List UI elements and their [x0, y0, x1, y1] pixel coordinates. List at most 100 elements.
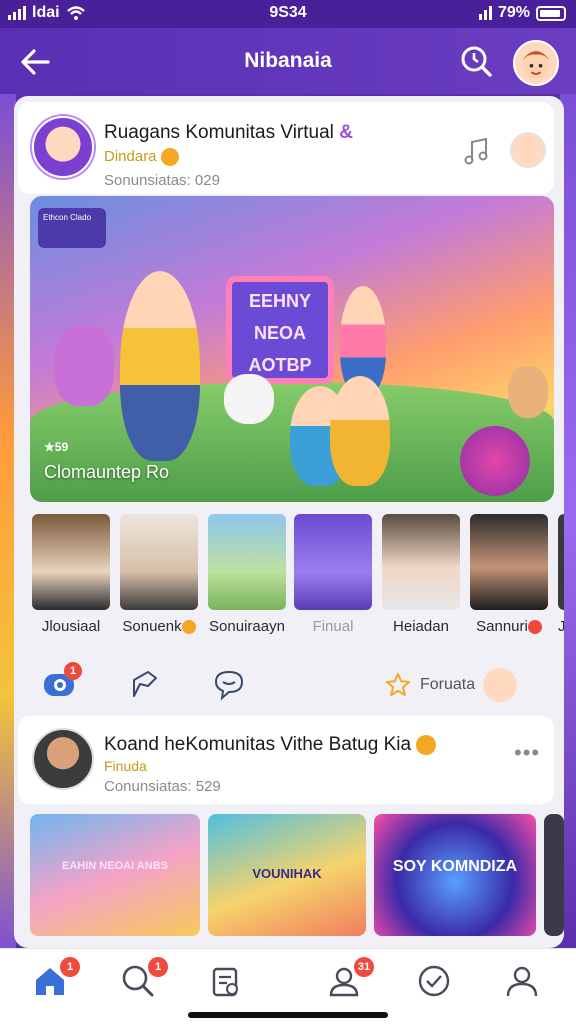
hero-board: EEHNY NEOA AOTBP — [226, 276, 334, 384]
content-card[interactable] — [544, 814, 564, 936]
post-title-text: Ruagans Komunitas Virtual — [104, 122, 334, 143]
thumbnail-label: Sonuiraayn — [209, 618, 285, 635]
post-subtitle: Dindara — [104, 148, 179, 167]
pet-character — [224, 374, 274, 424]
thumbnail-label: Sonuenk — [120, 618, 198, 635]
thumbnail-item[interactable]: Sonuenk — [120, 514, 198, 635]
avatar-face-icon — [522, 51, 550, 79]
thumbnail-item[interactable]: Finual — [294, 514, 372, 635]
thumbnail-image — [120, 514, 198, 610]
post-title[interactable]: Ruagans Komunitas Virtual & — [104, 122, 353, 144]
nav-activity[interactable] — [416, 963, 452, 999]
ball-decoration — [460, 426, 530, 496]
kid-character — [330, 376, 390, 486]
hero-caption-small: ★59 — [44, 440, 69, 454]
thumbnail-item[interactable]: Sonuiraayn — [208, 514, 286, 635]
app-bar: Nibanaia — [0, 28, 576, 94]
member-avatar — [483, 668, 518, 702]
content-card[interactable]: EAHIN NEOAI ANBS — [30, 814, 200, 936]
thumbnail-label: Sannuri — [470, 618, 548, 635]
second-post-header: Koand heKomunitas Vithe Batug Kia Finuda… — [18, 716, 554, 804]
cell-signal-icon — [478, 6, 492, 20]
emoji-icon — [416, 734, 437, 755]
thumbnail-strip[interactable]: Jlousiaal Sonuenk Sonuiraayn Finual Heia… — [30, 514, 564, 644]
thumbnail-label: Heiadan — [393, 618, 449, 635]
pet-character — [54, 326, 114, 406]
action-row: 1 Foruata — [18, 654, 554, 714]
hero-count: 59 — [54, 440, 69, 454]
content-card[interactable]: SOY KOMNDIZA — [374, 814, 536, 936]
verified-mark-icon: & — [339, 122, 353, 143]
thumbnail-image — [294, 514, 372, 610]
like-badge: 1 — [64, 662, 82, 680]
clipboard-icon — [212, 967, 238, 997]
nav-tasks[interactable] — [208, 963, 244, 999]
emoji-icon — [181, 620, 196, 635]
community-badge: 31 — [354, 957, 374, 977]
comment-icon — [214, 670, 244, 701]
nav-search[interactable]: 1 — [120, 957, 168, 999]
thumbnail-item[interactable]: Ja — [558, 514, 564, 635]
thumbnail-label-text: Sannuri — [476, 618, 528, 635]
hero-image[interactable]: EEHNY NEOA AOTBP Ethcon Clado ★59 Clomau… — [30, 196, 554, 502]
favorite-button[interactable]: Foruata — [384, 668, 518, 702]
card-title: SOY KOMNDIZA — [392, 858, 518, 875]
thumbnail-label: Finual — [312, 618, 354, 635]
hero-caption: Clomauntep Ro — [44, 462, 170, 482]
favorite-label: Foruata — [420, 676, 476, 693]
home-indicator — [188, 1012, 388, 1018]
post2-title[interactable]: Koand heKomunitas Vithe Batug Kia — [104, 734, 437, 756]
nav-community[interactable]: 31 — [326, 957, 374, 999]
profile-avatar[interactable] — [513, 40, 559, 86]
nav-profile[interactable] — [504, 963, 540, 999]
thumbnail-item[interactable]: Sannuri — [470, 514, 548, 635]
post2-title-text: Koand heKomunitas Vithe Batug Kia — [104, 734, 412, 755]
post-header: Ruagans Komunitas Virtual & Dindara Sonu… — [18, 102, 554, 194]
feed-container[interactable]: Ruagans Komunitas Virtual & Dindara Sonu… — [14, 96, 564, 948]
thumbnail-image — [208, 514, 286, 610]
card-title: VOUNIHAK — [252, 866, 322, 881]
battery-icon — [536, 5, 566, 21]
status-right: 79% — [478, 4, 566, 22]
search-history-icon[interactable] — [459, 44, 493, 78]
star-icon — [386, 673, 410, 696]
card-title: EAHIN NEOAI ANBS — [62, 860, 168, 872]
thumbnail-item[interactable]: Jlousiaal — [32, 514, 110, 635]
emoji-icon — [160, 148, 179, 167]
member-avatar[interactable] — [510, 132, 546, 168]
more-options-icon[interactable]: ••• — [514, 740, 540, 766]
check-circle-icon — [418, 965, 450, 997]
content-card[interactable]: VOUNIHAK — [208, 814, 366, 936]
hero-badge: Ethcon Clado — [38, 208, 106, 248]
battery-percent: 79% — [497, 4, 530, 21]
like-button[interactable]: 1 — [42, 662, 82, 702]
user-icon — [506, 966, 538, 997]
share-button[interactable] — [126, 666, 164, 702]
badge-icon — [527, 620, 542, 635]
thumbnail-label: Jlousiaal — [41, 618, 101, 635]
comment-button[interactable] — [210, 666, 248, 702]
pet-character — [508, 366, 548, 418]
kid-character — [120, 271, 200, 461]
thumbnail-label: Ja — [558, 618, 564, 635]
community-avatar[interactable] — [32, 116, 94, 178]
home-badge: 1 — [60, 957, 80, 977]
nav-home[interactable]: 1 — [32, 957, 80, 999]
status-bar: ldai 9S34 79% — [0, 0, 576, 28]
post-meta: Sonunsiatas: 029 — [104, 172, 220, 189]
thumbnail-image — [470, 514, 548, 610]
author-avatar[interactable] — [32, 728, 94, 790]
post2-subtitle: Finuda — [104, 758, 147, 774]
music-note-icon[interactable] — [462, 136, 492, 166]
thumbnail-image — [32, 514, 110, 610]
post-subtitle-text: Dindara — [104, 148, 157, 165]
thumbnail-image — [558, 514, 564, 610]
share-icon — [133, 671, 157, 697]
search-badge: 1 — [148, 957, 168, 977]
thumbnail-label-text: Sonuenk — [122, 618, 182, 635]
board-line-2: NEOA — [253, 323, 306, 343]
thumbnail-image — [382, 514, 460, 610]
thumbnail-item[interactable]: Heiadan — [382, 514, 460, 635]
post2-meta: Conunsiatas: 529 — [104, 778, 221, 795]
card-row[interactable]: EAHIN NEOAI ANBS VOUNIHAK SOY KOMNDIZA — [30, 814, 564, 948]
